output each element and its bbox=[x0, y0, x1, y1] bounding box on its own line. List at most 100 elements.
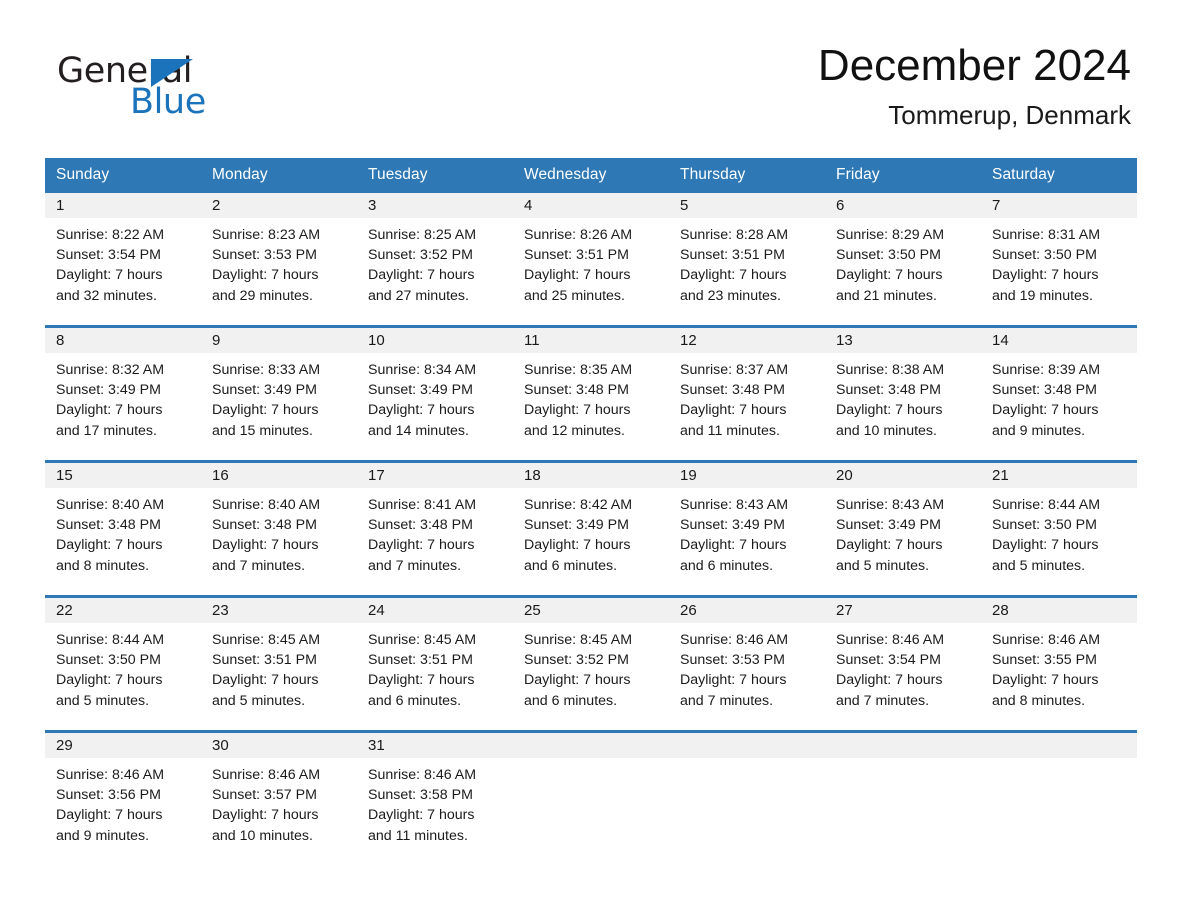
day-cell[interactable]: 14 Sunrise: 8:39 AM Sunset: 3:48 PM Dayli… bbox=[981, 325, 1137, 462]
day-cell-empty bbox=[825, 730, 981, 865]
day-cell[interactable]: 2 Sunrise: 8:23 AM Sunset: 3:53 PM Daylig… bbox=[201, 193, 357, 327]
day-number: 19 bbox=[669, 463, 825, 488]
day-cell[interactable]: 7 Sunrise: 8:31 AM Sunset: 3:50 PM Daylig… bbox=[981, 193, 1137, 327]
day-cell[interactable]: 5 Sunrise: 8:28 AM Sunset: 3:51 PM Daylig… bbox=[669, 193, 825, 327]
day-cell[interactable]: 19 Sunrise: 8:43 AM Sunset: 3:49 PM Dayli… bbox=[669, 460, 825, 597]
day-cell[interactable]: 6 Sunrise: 8:29 AM Sunset: 3:50 PM Daylig… bbox=[825, 193, 981, 327]
day-number bbox=[513, 733, 669, 758]
day-number: 3 bbox=[357, 193, 513, 218]
day-details: Sunrise: 8:35 AM Sunset: 3:48 PM Dayligh… bbox=[524, 362, 633, 439]
day-details bbox=[669, 758, 825, 765]
day-number: 29 bbox=[45, 733, 201, 758]
day-cell[interactable]: 31 Sunrise: 8:46 AM Sunset: 3:58 PM Dayli… bbox=[357, 730, 513, 865]
day-cell[interactable]: 3 Sunrise: 8:25 AM Sunset: 3:52 PM Daylig… bbox=[357, 193, 513, 327]
day-number: 18 bbox=[513, 463, 669, 488]
day-cell[interactable]: 11 Sunrise: 8:35 AM Sunset: 3:48 PM Dayli… bbox=[513, 325, 669, 462]
day-cell[interactable]: 9 Sunrise: 8:33 AM Sunset: 3:49 PM Daylig… bbox=[201, 325, 357, 462]
day-number: 12 bbox=[669, 328, 825, 353]
day-details: Sunrise: 8:46 AM Sunset: 3:53 PM Dayligh… bbox=[680, 632, 789, 709]
day-cell[interactable]: 20 Sunrise: 8:43 AM Sunset: 3:49 PM Dayli… bbox=[825, 460, 981, 597]
day-details: Sunrise: 8:46 AM Sunset: 3:57 PM Dayligh… bbox=[212, 767, 321, 844]
day-details: Sunrise: 8:22 AM Sunset: 3:54 PM Dayligh… bbox=[56, 227, 165, 304]
calendar-week-row: 1 Sunrise: 8:22 AM Sunset: 3:54 PM Daylig… bbox=[45, 193, 1137, 327]
day-details: Sunrise: 8:45 AM Sunset: 3:51 PM Dayligh… bbox=[212, 632, 321, 709]
calendar-header-row: Sunday Monday Tuesday Wednesday Thursday… bbox=[45, 158, 1137, 193]
day-number: 1 bbox=[45, 193, 201, 218]
title-block: December 2024 Tommerup, Denmark bbox=[817, 41, 1131, 130]
day-details: Sunrise: 8:46 AM Sunset: 3:54 PM Dayligh… bbox=[836, 632, 945, 709]
day-number: 31 bbox=[357, 733, 513, 758]
day-number bbox=[981, 733, 1137, 758]
day-cell[interactable]: 26 Sunrise: 8:46 AM Sunset: 3:53 PM Dayli… bbox=[669, 595, 825, 732]
weekday-header-tuesday: Tuesday bbox=[357, 158, 513, 193]
day-details: Sunrise: 8:46 AM Sunset: 3:56 PM Dayligh… bbox=[56, 767, 165, 844]
day-number: 7 bbox=[981, 193, 1137, 218]
weekday-header-friday: Friday bbox=[825, 158, 981, 193]
calendar-week-row: 22 Sunrise: 8:44 AM Sunset: 3:50 PM Dayli… bbox=[45, 595, 1137, 732]
day-number: 23 bbox=[201, 598, 357, 623]
day-cell[interactable]: 12 Sunrise: 8:37 AM Sunset: 3:48 PM Dayli… bbox=[669, 325, 825, 462]
day-details: Sunrise: 8:46 AM Sunset: 3:58 PM Dayligh… bbox=[368, 767, 477, 844]
day-cell[interactable]: 16 Sunrise: 8:40 AM Sunset: 3:48 PM Dayli… bbox=[201, 460, 357, 597]
day-cell[interactable]: 28 Sunrise: 8:46 AM Sunset: 3:55 PM Dayli… bbox=[981, 595, 1137, 732]
general-blue-logo[interactable]: General Blue bbox=[57, 44, 257, 120]
day-cell[interactable]: 25 Sunrise: 8:45 AM Sunset: 3:52 PM Dayli… bbox=[513, 595, 669, 732]
day-cell[interactable]: 1 Sunrise: 8:22 AM Sunset: 3:54 PM Daylig… bbox=[45, 193, 201, 327]
calendar-container: Sunday Monday Tuesday Wednesday Thursday… bbox=[0, 158, 1188, 865]
day-number: 21 bbox=[981, 463, 1137, 488]
page-subtitle: Tommerup, Denmark bbox=[888, 100, 1131, 130]
day-details: Sunrise: 8:38 AM Sunset: 3:48 PM Dayligh… bbox=[836, 362, 945, 439]
calendar-week-row: 15 Sunrise: 8:40 AM Sunset: 3:48 PM Dayli… bbox=[45, 460, 1137, 597]
day-details: Sunrise: 8:41 AM Sunset: 3:48 PM Dayligh… bbox=[368, 497, 477, 574]
day-number: 13 bbox=[825, 328, 981, 353]
day-number: 26 bbox=[669, 598, 825, 623]
day-cell[interactable]: 30 Sunrise: 8:46 AM Sunset: 3:57 PM Dayli… bbox=[201, 730, 357, 865]
day-details: Sunrise: 8:40 AM Sunset: 3:48 PM Dayligh… bbox=[212, 497, 321, 574]
day-details: Sunrise: 8:40 AM Sunset: 3:48 PM Dayligh… bbox=[56, 497, 165, 574]
day-details: Sunrise: 8:26 AM Sunset: 3:51 PM Dayligh… bbox=[524, 227, 633, 304]
day-number bbox=[825, 733, 981, 758]
day-details: Sunrise: 8:44 AM Sunset: 3:50 PM Dayligh… bbox=[992, 497, 1101, 574]
day-number: 24 bbox=[357, 598, 513, 623]
day-number: 14 bbox=[981, 328, 1137, 353]
calendar-body: 1 Sunrise: 8:22 AM Sunset: 3:54 PM Daylig… bbox=[45, 193, 1137, 865]
day-details: Sunrise: 8:39 AM Sunset: 3:48 PM Dayligh… bbox=[992, 362, 1101, 439]
weekday-header-saturday: Saturday bbox=[981, 158, 1137, 193]
day-cell[interactable]: 29 Sunrise: 8:46 AM Sunset: 3:56 PM Dayli… bbox=[45, 730, 201, 865]
day-number: 25 bbox=[513, 598, 669, 623]
day-number: 28 bbox=[981, 598, 1137, 623]
day-cell[interactable]: 23 Sunrise: 8:45 AM Sunset: 3:51 PM Dayli… bbox=[201, 595, 357, 732]
day-cell[interactable]: 13 Sunrise: 8:38 AM Sunset: 3:48 PM Dayli… bbox=[825, 325, 981, 462]
day-cell[interactable]: 17 Sunrise: 8:41 AM Sunset: 3:48 PM Dayli… bbox=[357, 460, 513, 597]
calendar-table: Sunday Monday Tuesday Wednesday Thursday… bbox=[45, 158, 1137, 865]
day-cell[interactable]: 21 Sunrise: 8:44 AM Sunset: 3:50 PM Dayli… bbox=[981, 460, 1137, 597]
day-details: Sunrise: 8:44 AM Sunset: 3:50 PM Dayligh… bbox=[56, 632, 165, 709]
day-number: 17 bbox=[357, 463, 513, 488]
day-cell[interactable]: 10 Sunrise: 8:34 AM Sunset: 3:49 PM Dayli… bbox=[357, 325, 513, 462]
day-cell[interactable]: 24 Sunrise: 8:45 AM Sunset: 3:51 PM Dayli… bbox=[357, 595, 513, 732]
weekday-header-wednesday: Wednesday bbox=[513, 158, 669, 193]
day-number: 11 bbox=[513, 328, 669, 353]
logo-text-blue: Blue bbox=[130, 82, 206, 122]
day-cell[interactable]: 18 Sunrise: 8:42 AM Sunset: 3:49 PM Dayli… bbox=[513, 460, 669, 597]
day-details bbox=[981, 758, 1137, 765]
day-number: 20 bbox=[825, 463, 981, 488]
day-number: 4 bbox=[513, 193, 669, 218]
calendar-week-row: 8 Sunrise: 8:32 AM Sunset: 3:49 PM Daylig… bbox=[45, 325, 1137, 462]
weekday-header-monday: Monday bbox=[201, 158, 357, 193]
day-number: 16 bbox=[201, 463, 357, 488]
day-details: Sunrise: 8:43 AM Sunset: 3:49 PM Dayligh… bbox=[836, 497, 945, 574]
day-details bbox=[825, 758, 981, 765]
day-cell[interactable]: 4 Sunrise: 8:26 AM Sunset: 3:51 PM Daylig… bbox=[513, 193, 669, 327]
day-cell[interactable]: 8 Sunrise: 8:32 AM Sunset: 3:49 PM Daylig… bbox=[45, 325, 201, 462]
day-details: Sunrise: 8:46 AM Sunset: 3:55 PM Dayligh… bbox=[992, 632, 1101, 709]
day-details: Sunrise: 8:45 AM Sunset: 3:51 PM Dayligh… bbox=[368, 632, 477, 709]
page-title: December 2024 bbox=[817, 41, 1131, 90]
day-cell[interactable]: 15 Sunrise: 8:40 AM Sunset: 3:48 PM Dayli… bbox=[45, 460, 201, 597]
calendar-week-row: 29 Sunrise: 8:46 AM Sunset: 3:56 PM Dayli… bbox=[45, 730, 1137, 865]
day-number: 5 bbox=[669, 193, 825, 218]
day-cell[interactable]: 27 Sunrise: 8:46 AM Sunset: 3:54 PM Dayli… bbox=[825, 595, 981, 732]
day-number: 15 bbox=[45, 463, 201, 488]
day-cell[interactable]: 22 Sunrise: 8:44 AM Sunset: 3:50 PM Dayli… bbox=[45, 595, 201, 732]
weekday-header-sunday: Sunday bbox=[45, 158, 201, 193]
